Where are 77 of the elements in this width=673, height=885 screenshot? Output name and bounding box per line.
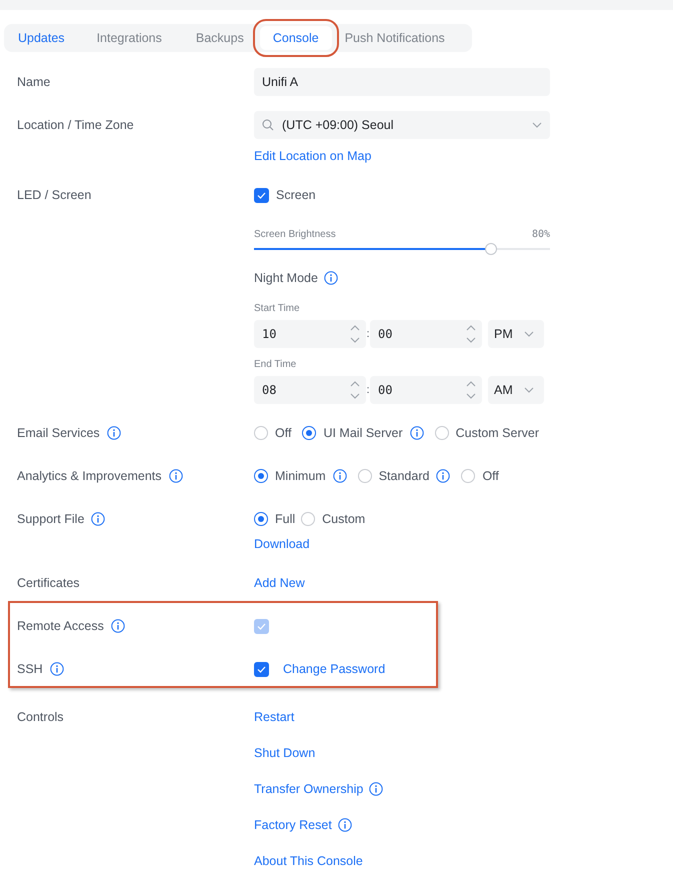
info-icon[interactable] (168, 469, 182, 483)
slider-reading: 80% (532, 228, 550, 240)
time-label: End Time (254, 358, 296, 371)
setting-label: Controls (17, 710, 64, 724)
setting-label: LED / Screen (17, 188, 92, 202)
info-icon[interactable] (332, 469, 347, 483)
info-icon[interactable] (91, 512, 106, 526)
radio-button[interactable] (434, 426, 449, 440)
section-title: Night Mode (254, 271, 318, 285)
info-icon[interactable] (324, 271, 338, 285)
setting-label: Remote Access (17, 619, 104, 633)
link[interactable]: Factory Reset (254, 818, 332, 832)
stepper-arrows-icon[interactable] (350, 380, 360, 400)
chevron-down-icon (532, 122, 542, 128)
info-icon[interactable] (106, 426, 121, 440)
info-icon[interactable] (338, 818, 352, 832)
tab[interactable]: Updates (4, 26, 78, 50)
setting-label: Analytics & Improvements (17, 469, 162, 483)
setting-label: SSH (17, 662, 43, 676)
stepper-arrows-icon[interactable] (466, 324, 476, 344)
radio-button[interactable] (301, 512, 316, 526)
checkbox[interactable] (254, 188, 269, 202)
name-field[interactable]: Unifi A (254, 68, 550, 96)
stepper-arrows-icon[interactable] (350, 324, 360, 344)
stepper-arrows-icon[interactable] (466, 380, 476, 400)
radio-label: Standard (378, 469, 430, 483)
hour-field[interactable]: 08 (254, 376, 366, 404)
link[interactable]: About This Console (254, 854, 363, 868)
tab[interactable]: Integrations (84, 26, 175, 50)
setting-label: Certificates (17, 576, 80, 590)
radio-button[interactable] (302, 426, 316, 440)
radio-button[interactable] (358, 469, 372, 483)
radio-label: Custom (322, 512, 366, 526)
tab[interactable]: Backups (182, 26, 257, 50)
tab[interactable]: Console (260, 26, 332, 50)
time-separator: : (365, 328, 371, 340)
period-select[interactable]: AM (488, 376, 544, 404)
radio-button[interactable] (461, 469, 476, 483)
hour-field[interactable]: 10 (254, 320, 366, 348)
link[interactable]: Edit Location on Map (254, 149, 372, 163)
setting-label: Name (17, 75, 50, 89)
radio-label: Custom Server (456, 426, 539, 440)
minute-field[interactable]: 00 (370, 320, 482, 348)
radio-label: Off (275, 426, 292, 440)
info-icon[interactable] (436, 469, 450, 483)
info-icon[interactable] (369, 782, 384, 796)
time-separator: : (365, 384, 371, 396)
chevron-down-icon (524, 387, 534, 393)
slider-label: Screen Brightness (254, 228, 336, 240)
checkbox-label: Screen (276, 188, 316, 202)
time-label: Start Time (254, 302, 300, 315)
radio-button[interactable] (254, 469, 268, 483)
link[interactable]: Transfer Ownership (254, 782, 364, 796)
info-icon[interactable] (410, 426, 424, 440)
radio-label: Minimum (275, 469, 326, 483)
link[interactable]: Download (254, 537, 310, 551)
link[interactable]: Shut Down (254, 746, 316, 760)
checkmark-icon (257, 666, 266, 672)
tab[interactable]: Push Notifications (332, 26, 458, 50)
minute-field[interactable]: 00 (370, 376, 482, 404)
radio-button[interactable] (254, 512, 268, 526)
period-select[interactable]: PM (488, 320, 544, 348)
radio-label: UI Mail Server (323, 426, 403, 440)
radio-button[interactable] (254, 426, 268, 440)
slider-thumb[interactable] (484, 243, 497, 255)
timezone-select[interactable]: (UTC +09:00) Seoul (254, 111, 550, 139)
search-icon (262, 119, 274, 131)
link[interactable]: Add New (254, 576, 305, 590)
radio-label: Full (275, 512, 296, 526)
link[interactable]: Restart (254, 710, 294, 724)
chevron-down-icon (524, 331, 534, 337)
setting-label: Support File (17, 512, 84, 526)
setting-label: Email Services (17, 426, 100, 440)
checkmark-icon (257, 192, 266, 198)
setting-label: Location / Time Zone (17, 118, 134, 132)
radio-label: Off (482, 469, 499, 483)
checkmark-icon (257, 622, 266, 630)
